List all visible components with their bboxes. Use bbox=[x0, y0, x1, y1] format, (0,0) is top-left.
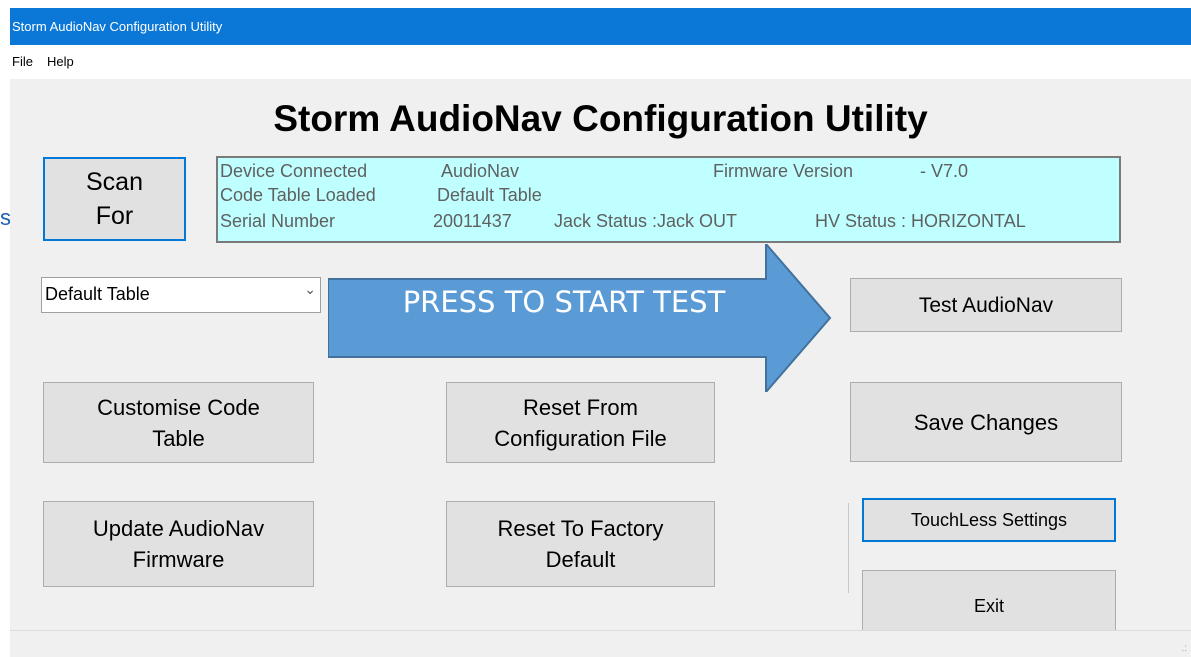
code-table-dropdown[interactable]: Default Table ⌄ bbox=[41, 277, 321, 313]
code-table-value: Default Table bbox=[437, 185, 542, 205]
firmware-version-label: Firmware Version bbox=[713, 161, 854, 181]
update-firmware-button[interactable]: Update AudioNav Firmware bbox=[43, 501, 314, 587]
save-changes-button[interactable]: Save Changes bbox=[850, 382, 1122, 462]
callout-text: PRESS TO START TEST bbox=[402, 285, 726, 319]
firmware-version-value: - V7.0 bbox=[920, 161, 969, 181]
serial-number-label: Serial Number bbox=[220, 211, 336, 231]
reset-factory-button[interactable]: Reset To Factory Default bbox=[446, 501, 715, 587]
divider bbox=[848, 503, 849, 593]
page-title: Storm AudioNav Configuration Utility bbox=[273, 98, 928, 139]
menu-file[interactable]: File bbox=[12, 54, 33, 69]
scan-for-button[interactable]: Scan For bbox=[43, 157, 186, 241]
test-audionav-button[interactable]: Test AudioNav bbox=[850, 278, 1122, 332]
code-table-label: Code Table Loaded bbox=[220, 185, 376, 205]
jack-status: Jack Status :Jack OUT bbox=[554, 211, 738, 231]
touchless-settings-button[interactable]: TouchLess Settings bbox=[862, 498, 1116, 542]
serial-number-value: 20011437 bbox=[433, 211, 512, 231]
code-table-dropdown-value: Default Table bbox=[45, 284, 150, 304]
reset-from-config-button[interactable]: Reset From Configuration File bbox=[446, 382, 715, 463]
window-title: Storm AudioNav Configuration Utility bbox=[12, 19, 223, 34]
title-bar[interactable]: Storm AudioNav Configuration Utility bbox=[10, 8, 1191, 45]
chevron-down-icon[interactable]: ⌄ bbox=[304, 281, 316, 298]
app-window: Storm AudioNav Configuration Utility Fil… bbox=[10, 8, 1191, 657]
device-info-panel: Device Connected AudioNav Firmware Versi… bbox=[216, 156, 1121, 243]
resize-grip-icon[interactable]: .: bbox=[1181, 643, 1187, 654]
device-connected-value: AudioNav bbox=[441, 161, 520, 181]
status-bar: .: bbox=[10, 630, 1191, 657]
customise-code-table-button[interactable]: Customise Code Table bbox=[43, 382, 314, 463]
menu-help[interactable]: Help bbox=[47, 54, 74, 69]
menu-bar: File Help bbox=[10, 45, 1191, 79]
hv-status: HV Status : HORIZONTAL bbox=[815, 211, 1026, 231]
device-connected-label: Device Connected bbox=[220, 161, 368, 181]
